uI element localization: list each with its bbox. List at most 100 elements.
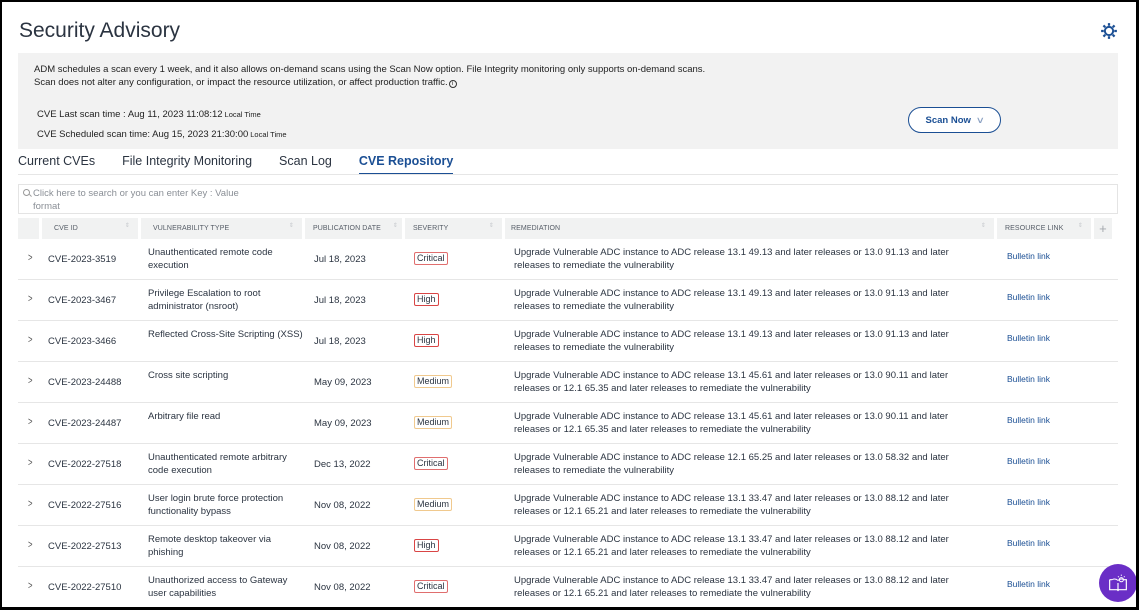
cve-id: CVE-2022-27510 [48,582,122,593]
cve-id: CVE-2023-24487 [48,418,122,429]
column-header-severity[interactable]: SEVERITY ⇕ [405,218,502,239]
table-row[interactable]: > CVE-2023-24487 Arbitrary file read May 09… [18,403,1118,444]
expand-row-icon[interactable]: > [28,539,33,551]
expand-row-icon[interactable]: > [28,498,33,510]
publication-date: May 09, 2023 [314,418,372,429]
page-title: Security Advisory [19,19,181,42]
search-input[interactable]: Click here to search or you can enter Ke… [18,184,1118,214]
cve-id: CVE-2022-27516 [48,500,122,511]
help-button[interactable] [1099,564,1136,602]
expand-row-icon[interactable]: > [28,375,33,387]
tab-file-integrity-monitoring[interactable]: File Integrity Monitoring [122,154,252,174]
gear-icon[interactable] [1100,22,1118,40]
scheduled-scan-time-suffix: Local Time [250,130,287,139]
publication-date: Jul 18, 2023 [314,295,366,306]
column-header-cve-id[interactable]: CVE ID ⇕ [42,218,138,239]
remediation: Upgrade Vulnerable ADC instance to ADC r… [514,534,949,558]
search-placeholder-line1: Click here to search or you can enter Ke… [33,188,239,199]
expand-row-icon[interactable]: > [28,293,33,305]
publication-date: Jul 18, 2023 [314,336,366,347]
search-icon [23,189,30,196]
vulnerability-type: Reflected Cross-Site Scripting (XSS) [148,329,303,340]
sort-icon[interactable]: ⇕ [289,223,294,229]
bulletin-link[interactable]: Bulletin link [1007,415,1050,425]
scan-now-button[interactable]: Scan Now ∨ [908,107,1001,133]
scan-info-panel: ADM schedules a scan every 1 week, and i… [18,53,1118,149]
last-scan-time-suffix: Local Time [224,110,261,119]
publication-date: Nov 08, 2022 [314,582,371,593]
expand-row-icon[interactable]: > [28,416,33,428]
vulnerability-type: User login brute force protection functi… [148,493,284,517]
severity-badge: Medium [414,416,453,429]
security-advisory-page: Security Advisory ADM schedules a scan e… [2,2,1136,607]
sort-icon[interactable]: ⇕ [1078,223,1083,229]
publication-date: Jul 18, 2023 [314,254,366,265]
table-row[interactable]: > CVE-2022-27513 Remote desktop takeover v… [18,526,1118,567]
info-icon[interactable]: i [448,80,457,88]
cve-id: CVE-2023-24488 [48,377,122,388]
vulnerability-type: Unauthenticated remote code execution [148,247,273,271]
tab-scan-log[interactable]: Scan Log [279,154,332,174]
column-header-publication-date[interactable]: PUBLICATION DATE ⇕ [305,218,402,239]
bulletin-link[interactable]: Bulletin link [1007,538,1050,548]
publication-date: Dec 13, 2022 [314,459,371,470]
sort-icon[interactable]: ⇕ [393,223,398,229]
table-row[interactable]: > CVE-2022-27510 Unauthorized access to Ga… [18,567,1118,607]
sort-icon[interactable]: ⇕ [981,223,986,229]
bulletin-link[interactable]: Bulletin link [1007,456,1050,466]
table-row[interactable]: > CVE-2023-3467 Privilege Escalation to ro… [18,280,1118,321]
cve-id: CVE-2023-3466 [48,336,117,347]
add-column-button[interactable]: + [1094,218,1112,239]
vulnerability-type: Cross site scripting [148,370,229,381]
table-row[interactable]: > CVE-2023-24488 Cross site scripting May 0… [18,362,1118,403]
table-row[interactable]: > CVE-2023-3519 Unauthenticated remote cod… [18,239,1118,280]
remediation: Upgrade Vulnerable ADC instance to ADC r… [514,288,949,312]
table-header: CVE ID ⇕ VULNERABILITY TYPE ⇕ PUBLICATION … [18,218,1112,239]
sort-icon[interactable]: ⇕ [489,223,494,229]
bulletin-link[interactable]: Bulletin link [1007,251,1050,261]
column-header-resource-link[interactable]: RESOURCE LINK ⇕ [997,218,1091,239]
column-header-remediation[interactable]: REMEDIATION ⇕ [505,218,994,239]
last-scan-time-value: CVE Last scan time : Aug 11, 2023 11:08:… [37,109,223,120]
vulnerability-type: Arbitrary file read [148,411,221,422]
scan-now-label: Scan Now [925,114,971,126]
remediation: Upgrade Vulnerable ADC instance to ADC r… [514,329,949,353]
severity-badge: Critical [414,580,448,593]
table-row[interactable]: > CVE-2022-27516 User login brute force pr… [18,485,1118,526]
tab-bar: Current CVEs File Integrity Monitoring S… [18,154,480,174]
scheduled-scan-time-value: CVE Scheduled scan time: Aug 15, 2023 21… [37,129,249,140]
bulletin-link[interactable]: Bulletin link [1007,333,1050,343]
publication-date: Nov 08, 2022 [314,541,371,552]
column-header-vulnerability-type[interactable]: VULNERABILITY TYPE ⇕ [141,218,302,239]
scan-description-line1: ADM schedules a scan every 1 week, and i… [34,64,706,75]
expand-row-icon[interactable]: > [28,334,33,346]
bulletin-link[interactable]: Bulletin link [1007,579,1050,589]
bulletin-link[interactable]: Bulletin link [1007,497,1050,507]
cve-id: CVE-2022-27518 [48,459,122,470]
severity-badge: Medium [414,375,453,388]
severity-badge: High [414,293,439,306]
publication-date: Nov 08, 2022 [314,500,371,511]
remediation: Upgrade Vulnerable ADC instance to ADC r… [514,575,949,599]
remediation: Upgrade Vulnerable ADC instance to ADC r… [514,247,949,271]
severity-badge: High [414,334,439,347]
vulnerability-type: Privilege Escalation to root administrat… [148,288,261,312]
expand-row-icon[interactable]: > [28,457,33,469]
severity-badge: High [414,539,439,552]
expand-row-icon[interactable]: > [28,580,33,592]
tab-current-cves[interactable]: Current CVEs [18,154,95,174]
bulletin-link[interactable]: Bulletin link [1007,374,1050,384]
scheduled-scan-time: CVE Scheduled scan time: Aug 15, 2023 21… [37,129,287,140]
table-row[interactable]: > CVE-2023-3466 Reflected Cross-Site Scrip… [18,321,1118,362]
remediation: Upgrade Vulnerable ADC instance to ADC r… [514,370,949,394]
severity-badge: Medium [414,498,453,511]
bulletin-link[interactable]: Bulletin link [1007,292,1050,302]
table-row[interactable]: > CVE-2022-27518 Unauthenticated remote ar… [18,444,1118,485]
tab-cve-repository[interactable]: CVE Repository [358,154,454,174]
expand-column-header [18,218,39,239]
remediation: Upgrade Vulnerable ADC instance to ADC r… [514,452,949,476]
scan-description: ADM schedules a scan every 1 week, and i… [34,63,705,89]
severity-badge: Critical [414,457,448,470]
sort-icon[interactable]: ⇕ [125,223,130,229]
expand-row-icon[interactable]: > [28,252,33,264]
